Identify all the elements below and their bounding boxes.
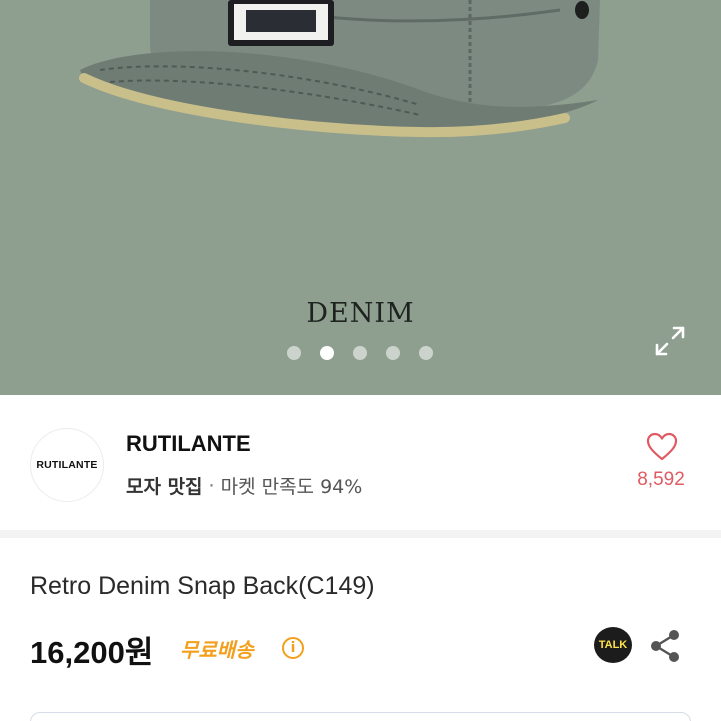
section-divider [0, 530, 721, 538]
like-count: 8,592 [637, 469, 685, 490]
product-image-carousel[interactable]: DENIM [0, 0, 721, 395]
seller-name[interactable]: RUTILANTE [126, 431, 251, 457]
seller-category-tag: 모자 맛집 [126, 476, 203, 498]
seller-section[interactable] [0, 395, 721, 530]
carousel-dot[interactable] [386, 346, 400, 360]
expand-icon[interactable] [654, 325, 686, 357]
carousel-dot[interactable] [353, 346, 367, 360]
product-photo-cap [79, 0, 600, 138]
kakao-talk-icon[interactable]: TALK [594, 627, 632, 663]
carousel-dot[interactable] [287, 346, 301, 360]
product-title: Retro Denim Snap Back(C149) [30, 572, 375, 600]
share-icon[interactable] [648, 628, 682, 664]
carousel-indicator [287, 346, 433, 360]
carousel-dot[interactable] [419, 346, 433, 360]
product-price: 16,200원 [30, 635, 154, 670]
bottom-action-button[interactable] [30, 712, 691, 721]
image-caption: DENIM [306, 298, 415, 329]
free-shipping-label: 무료배송 [180, 638, 254, 662]
separator: · [208, 474, 215, 497]
heart-icon[interactable] [646, 432, 678, 462]
carousel-dot-active[interactable] [320, 346, 334, 360]
seller-meta: 모자 맛집 · 마켓 만족도 94% [126, 472, 362, 499]
info-icon[interactable]: i [282, 637, 304, 659]
seller-logo[interactable]: RUTILANTE [30, 428, 104, 502]
market-satisfaction: 마켓 만족도 94% [220, 476, 363, 498]
